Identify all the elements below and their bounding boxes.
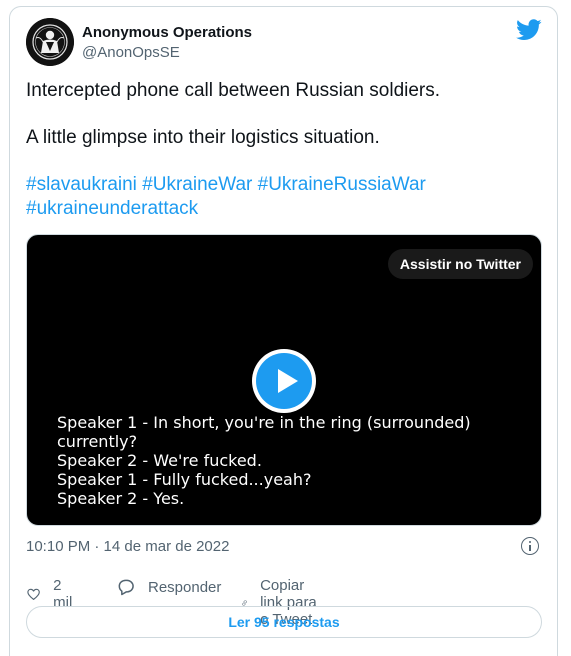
hashtags-row-2: #ukraineunderattack [26,197,541,221]
author-handle[interactable]: @AnonOpsSE [82,44,180,61]
play-icon [256,353,312,409]
subtitle-line: Speaker 2 - We're fucked. [57,451,262,470]
hashtag-link[interactable]: #slavaukraini [26,174,137,195]
subtitle-line: Speaker 1 - In short, you're in the ring… [57,413,471,432]
tweet-card: Anonymous Operations @AnonOpsSE Intercep… [9,6,558,656]
avatar[interactable] [26,18,74,66]
reply-button[interactable]: Responder [116,577,221,597]
subtitle-line: Speaker 1 - Fully fucked...yeah? [57,470,312,489]
subtitle-line: Speaker 2 - Yes. [57,489,185,508]
twitter-bird-icon[interactable] [516,19,542,41]
info-icon[interactable] [521,537,539,555]
author-name[interactable]: Anonymous Operations [82,24,252,41]
hashtag-link[interactable]: #UkraineWar [142,174,252,195]
tweet-line-2: A little glimpse into their logistics si… [26,127,380,148]
video-player[interactable]: Assistir no Twitter Speaker 1 - In short… [26,234,542,526]
read-replies-button[interactable]: Ler 95 respostas [26,606,542,638]
hashtags-row-1: #slavaukraini #UkraineWar #UkraineRussia… [26,173,541,197]
reply-label: Responder [148,578,222,596]
play-button[interactable] [252,349,316,413]
hashtag-link[interactable]: #ukraineunderattack [26,198,198,219]
reply-bubble-icon [118,579,134,596]
video-subtitles: Speaker 1 - In short, you're in the ring… [57,413,527,508]
tweet-line-1: Intercepted phone call between Russian s… [26,80,441,101]
tweet-text: Intercepted phone call between Russian s… [26,79,541,221]
anonymous-logo-icon [26,18,74,66]
tweet-timestamp[interactable]: 10:10 PM · 14 de mar de 2022 [26,538,229,555]
heart-icon [27,588,40,600]
subtitle-line: currently? [57,432,138,451]
hashtag-link[interactable]: #UkraineRussiaWar [258,174,426,195]
watch-on-twitter-button[interactable]: Assistir no Twitter [387,249,533,279]
